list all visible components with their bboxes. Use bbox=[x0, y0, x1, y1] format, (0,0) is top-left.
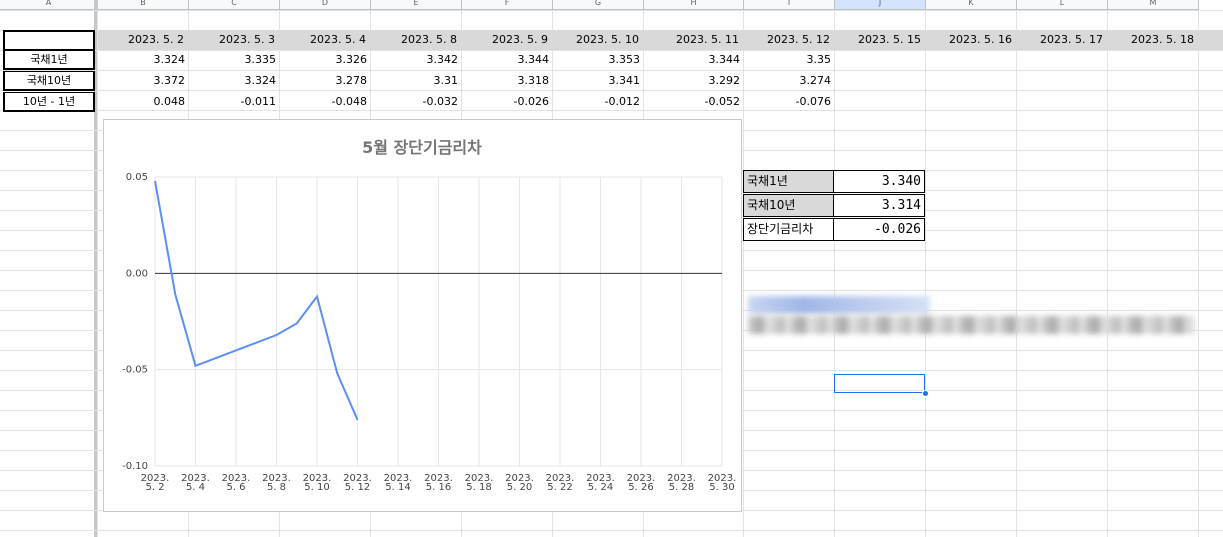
summary-label: 국채10년 bbox=[743, 194, 834, 217]
summary-value: 3.314 bbox=[833, 194, 925, 217]
value-cell[interactable]: 3.342 bbox=[371, 50, 462, 70]
value-cell[interactable]: 3.353 bbox=[553, 50, 644, 70]
summary-row[interactable]: 국채1년 3.340 bbox=[743, 170, 925, 193]
line-chart[interactable]: 5월 장단기금리차 2023. 5. 2 2023. 5. 4 2023. 5. 6 202… bbox=[103, 119, 742, 512]
x-tick-label: 5. 28 bbox=[669, 482, 694, 493]
value-cell[interactable]: -0.048 bbox=[280, 92, 371, 112]
x-tick-label: 5. 26 bbox=[628, 482, 653, 493]
x-tick-label: 5. 14 bbox=[385, 482, 410, 493]
value-cell[interactable]: 3.278 bbox=[280, 71, 371, 91]
y-tick-label: -0.10 bbox=[122, 461, 148, 472]
blurred-text bbox=[748, 316, 1194, 334]
value-cell[interactable]: 0.048 bbox=[98, 92, 189, 112]
x-tick-label: 5. 2 bbox=[145, 482, 164, 493]
x-tick-label: 5. 8 bbox=[267, 482, 286, 493]
x-tick-label: 5. 16 bbox=[426, 482, 451, 493]
row-label[interactable]: 국채1년 bbox=[3, 50, 95, 70]
date-header-cell[interactable]: 2023. 5. 15 bbox=[835, 30, 926, 50]
y-tick-label: 0.00 bbox=[126, 268, 148, 279]
x-tick-label: 5. 6 bbox=[226, 482, 245, 493]
row-label[interactable]: 국채10년 bbox=[3, 71, 95, 91]
x-tick-label: 5. 18 bbox=[466, 482, 491, 493]
value-cell[interactable]: -0.011 bbox=[189, 92, 280, 112]
y-tick-label: -0.05 bbox=[122, 365, 148, 376]
date-header-cell[interactable]: 2023. 5. 10 bbox=[553, 30, 644, 50]
value-cell[interactable]: 3.318 bbox=[462, 71, 553, 91]
value-cell[interactable]: 3.344 bbox=[462, 50, 553, 70]
x-tick-label: 5. 4 bbox=[186, 482, 205, 493]
value-cell[interactable]: -0.026 bbox=[462, 92, 553, 112]
label-header-cell[interactable] bbox=[3, 30, 95, 50]
date-header-cell[interactable]: 2023. 5. 4 bbox=[280, 30, 371, 50]
value-cell[interactable]: 3.341 bbox=[553, 71, 644, 91]
summary-label: 장단기금리차 bbox=[743, 218, 834, 241]
series-line[interactable] bbox=[154, 180, 359, 421]
date-header-cell[interactable]: 2023. 5. 3 bbox=[189, 30, 280, 50]
x-tick-label: 5. 20 bbox=[507, 482, 532, 493]
summary-row[interactable]: 국채10년 3.314 bbox=[743, 194, 925, 217]
value-cell[interactable]: -0.032 bbox=[371, 92, 462, 112]
blurred-link bbox=[748, 296, 930, 314]
summary-value: 3.340 bbox=[833, 170, 925, 193]
chart-canvas: 5월 장단기금리차 2023.5. 22023.5. 42023.5. 6202… bbox=[122, 138, 736, 493]
summary-value: -0.026 bbox=[833, 218, 925, 241]
x-tick-label: 5. 22 bbox=[547, 482, 572, 493]
date-header-cell[interactable]: 2023. 5. 12 bbox=[744, 30, 835, 50]
date-header-cell[interactable]: 2023. 5. 17 bbox=[1017, 30, 1108, 50]
x-tick-label: 5. 24 bbox=[588, 482, 613, 493]
value-cell[interactable]: 3.344 bbox=[644, 50, 744, 70]
x-tick-label: 5. 30 bbox=[709, 482, 734, 493]
date-header-cell[interactable]: 2023. 5. 2 bbox=[98, 30, 189, 50]
row-label[interactable]: 10년 - 1년 bbox=[3, 92, 95, 112]
date-header-cell[interactable]: 2023. 5. 9 bbox=[462, 30, 553, 50]
value-cell[interactable]: 3.324 bbox=[98, 50, 189, 70]
fill-handle[interactable] bbox=[922, 390, 929, 397]
value-cell[interactable]: 3.326 bbox=[280, 50, 371, 70]
value-cell[interactable]: -0.012 bbox=[553, 92, 644, 112]
value-cell[interactable]: 3.31 bbox=[371, 71, 462, 91]
date-header-cell[interactable]: 2023. 5. 18 bbox=[1108, 30, 1199, 50]
date-header-filler bbox=[1199, 30, 1223, 50]
value-cell[interactable]: 3.335 bbox=[189, 50, 280, 70]
date-header-cell[interactable]: 2023. 5. 8 bbox=[371, 30, 462, 50]
y-tick-label: 0.05 bbox=[126, 172, 148, 183]
chart-title: 5월 장단기금리차 bbox=[362, 138, 482, 157]
value-cell[interactable]: -0.076 bbox=[744, 92, 835, 112]
active-cell-cursor[interactable] bbox=[834, 374, 925, 393]
value-cell[interactable]: 3.292 bbox=[644, 71, 744, 91]
value-cell[interactable]: 3.274 bbox=[744, 71, 835, 91]
date-header-cell[interactable]: 2023. 5. 16 bbox=[926, 30, 1017, 50]
date-header-cell[interactable]: 2023. 5. 11 bbox=[644, 30, 744, 50]
summary-row[interactable]: 장단기금리차 -0.026 bbox=[743, 218, 925, 241]
value-cell[interactable]: 3.372 bbox=[98, 71, 189, 91]
value-cell[interactable]: 3.35 bbox=[744, 50, 835, 70]
value-cell[interactable]: -0.052 bbox=[644, 92, 744, 112]
value-cell[interactable]: 3.324 bbox=[189, 71, 280, 91]
x-tick-label: 5. 10 bbox=[304, 482, 329, 493]
x-tick-label: 5. 12 bbox=[345, 482, 370, 493]
summary-label: 국채1년 bbox=[743, 170, 834, 193]
